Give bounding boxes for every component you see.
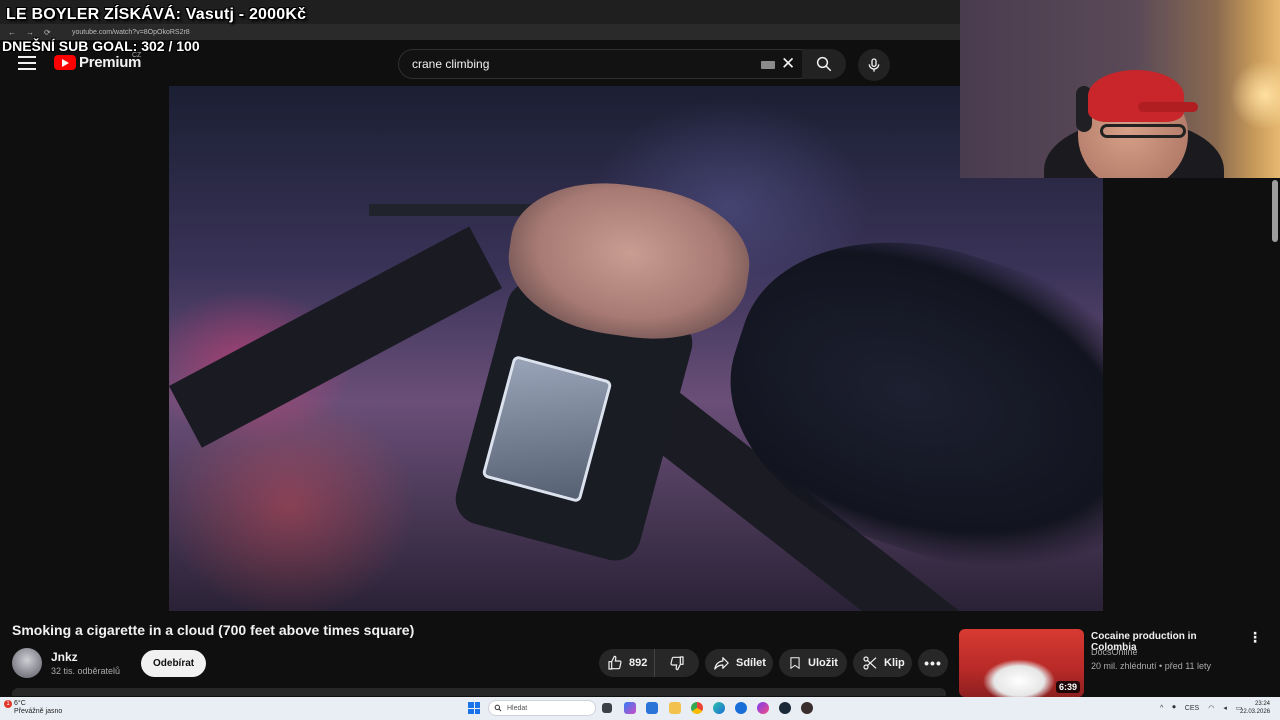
taskbar-search-placeholder: Hledat — [507, 704, 528, 712]
like-dislike-group: 892 — [599, 649, 699, 677]
weather-widget[interactable]: 6°C Převážně jasno — [14, 700, 62, 716]
scissors-icon — [863, 656, 877, 670]
reload-icon[interactable]: ⟳ — [44, 28, 51, 37]
taskbar-clock[interactable]: 23:24 22.03.2026 — [1240, 700, 1270, 716]
clip-label: Klip — [884, 657, 905, 669]
bookmark-icon — [790, 657, 800, 670]
edge-dev-icon[interactable] — [735, 702, 747, 714]
store-icon[interactable] — [646, 702, 658, 714]
red-cap — [1088, 70, 1184, 122]
channel-subscriber-count: 32 tis. odběratelů — [51, 666, 121, 676]
clock-time: 23:24 — [1254, 701, 1270, 707]
like-button[interactable]: 892 — [599, 649, 655, 677]
lamp-glow — [1230, 60, 1280, 130]
forward-arrow-icon[interactable]: → — [26, 28, 34, 37]
browser-url-text[interactable]: youtube.com/watch?v=8OpOkoRS2r8 — [72, 29, 190, 36]
windows-taskbar: 1 6°C Převážně jasno Hledat ^ ⏺ CES ◠ ◂ … — [0, 697, 1280, 720]
description-box[interactable] — [12, 688, 946, 696]
recommended-video-meta: 20 mil. zhlédnutí • před 11 lety — [1091, 661, 1212, 671]
recommended-video-channel[interactable]: DocsOnline — [1091, 647, 1138, 657]
edge-icon[interactable] — [713, 702, 725, 714]
copilot-icon[interactable] — [624, 702, 636, 714]
clip-button[interactable]: Klip — [853, 649, 912, 677]
channel-name[interactable]: Jnkz — [51, 650, 78, 664]
taskbar-search[interactable]: Hledat — [488, 700, 596, 716]
youtube-premium-logo[interactable]: Premium — [54, 54, 141, 71]
task-view-icon[interactable] — [602, 703, 612, 713]
file-explorer-icon[interactable] — [669, 702, 681, 714]
share-label: Sdílet — [736, 657, 766, 669]
system-tray: ^ ⏺ CES ◠ ◂ ▭ — [1160, 704, 1242, 712]
messenger-icon[interactable] — [757, 702, 769, 714]
thumbs-down-icon — [670, 656, 684, 671]
wifi-icon[interactable]: ◠ — [1208, 704, 1214, 712]
more-vertical-icon[interactable]: ⋮ — [1248, 630, 1262, 644]
keyboard-icon[interactable] — [761, 61, 775, 69]
steam-icon[interactable] — [779, 702, 791, 714]
more-actions-button[interactable]: ••• — [918, 649, 948, 677]
search-icon — [494, 704, 502, 712]
obs-icon[interactable] — [801, 702, 813, 714]
recommended-video-thumbnail[interactable]: 6:39 — [959, 629, 1084, 697]
search-button[interactable] — [802, 49, 846, 79]
thumbs-up-icon — [608, 655, 622, 670]
weather-description: Převážně jasno — [14, 708, 63, 715]
stream-sub-goal-overlay: DNEŠNÍ SUB GOAL: 302 / 100 — [2, 38, 200, 54]
channel-avatar[interactable] — [12, 648, 42, 678]
menu-icon[interactable] — [18, 56, 36, 70]
stream-donation-overlay: LE BOYLER ZÍSKÁVÁ: Vasutj - 2000Kč — [6, 6, 307, 23]
clear-search-icon[interactable]: ✕ — [781, 54, 795, 74]
voice-search-button[interactable] — [858, 49, 890, 81]
search-icon — [816, 56, 832, 72]
glasses — [1100, 124, 1186, 138]
windows-start-icon[interactable] — [468, 702, 480, 714]
dislike-button[interactable] — [655, 655, 699, 671]
arm-silhouette — [693, 195, 1103, 611]
weather-temperature: 6°C — [14, 700, 26, 707]
back-arrow-icon[interactable]: ← — [8, 28, 16, 37]
streamer-webcam — [960, 0, 1280, 178]
clock-date: 22.03.2026 — [1240, 709, 1271, 715]
search-box: ✕ — [398, 49, 806, 79]
cap-brim — [1138, 102, 1198, 112]
chrome-icon[interactable] — [691, 702, 703, 714]
crane-rail-left — [169, 226, 503, 448]
save-button[interactable]: Uložit — [779, 649, 847, 677]
youtube-play-icon — [54, 55, 76, 70]
microphone-icon — [868, 58, 880, 72]
video-duration-badge: 6:39 — [1055, 681, 1080, 693]
volume-icon[interactable]: ◂ — [1223, 704, 1227, 712]
subscribe-button[interactable]: Odebírat — [141, 650, 207, 677]
like-count: 892 — [629, 657, 648, 669]
share-arrow-icon — [714, 657, 729, 670]
video-title: Smoking a cigarette in a cloud (700 feet… — [12, 622, 415, 638]
more-horizontal-icon: ••• — [924, 655, 942, 671]
search-input[interactable] — [410, 56, 754, 72]
language-indicator[interactable]: CES — [1185, 705, 1199, 712]
weather-alert-badge: 1 — [4, 700, 12, 708]
microphone-tray-icon[interactable]: ⏺ — [1172, 704, 1176, 712]
save-label: Uložit — [808, 657, 838, 669]
share-button[interactable]: Sdílet — [705, 649, 773, 677]
chevron-up-icon[interactable]: ^ — [1160, 705, 1163, 712]
page-scrollbar[interactable] — [1272, 180, 1278, 242]
browser-nav-buttons: ← → ⟳ — [0, 28, 68, 37]
